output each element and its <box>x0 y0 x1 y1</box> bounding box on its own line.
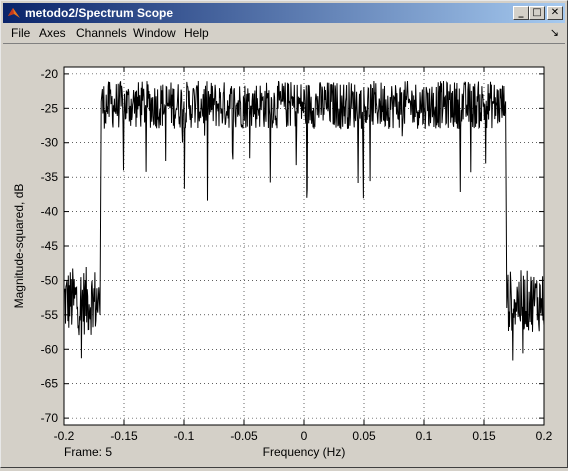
maximize-button[interactable]: □ <box>529 6 545 20</box>
y-tick-label: -60 <box>41 342 59 356</box>
minimize-button[interactable]: _ <box>513 6 529 20</box>
y-axis-label: Magnitude-squared, dB <box>12 184 26 309</box>
close-button[interactable]: ✕ <box>547 6 563 20</box>
x-tick-label: 0.1 <box>416 429 433 443</box>
window-title: metodo2/Spectrum Scope <box>25 6 174 20</box>
y-tick-label: -35 <box>41 170 59 184</box>
scope-window: metodo2/Spectrum Scope _ □ ✕ File Axes C… <box>0 0 568 468</box>
dock-arrow-icon[interactable]: ↘ <box>550 26 559 39</box>
x-tick-label: -0.1 <box>174 429 195 443</box>
title-bar[interactable]: metodo2/Spectrum Scope _ □ ✕ <box>3 3 565 23</box>
x-tick-labels: -0.2 -0.15 -0.1 -0.05 0 0.05 0.1 0.15 0.2 <box>54 429 553 443</box>
plot-area: -0.2 -0.15 -0.1 -0.05 0 0.05 0.1 0.15 0.2 -20 -25… <box>3 45 566 466</box>
y-tick-label: -40 <box>41 205 59 219</box>
menu-bar: File Axes Channels Window Help ↘ <box>3 24 565 44</box>
x-axis-label: Frequency (Hz) <box>263 445 346 459</box>
menu-channels[interactable]: Channels <box>74 26 129 40</box>
y-tick-label: -30 <box>41 136 59 150</box>
x-tick-label: 0.05 <box>352 429 376 443</box>
x-tick-label: 0.15 <box>472 429 496 443</box>
frame-counter: Frame: 5 <box>64 445 112 459</box>
spectrum-chart: -0.2 -0.15 -0.1 -0.05 0 0.05 0.1 0.15 0.2 -20 -25… <box>12 66 553 459</box>
menu-help[interactable]: Help <box>182 26 211 40</box>
y-tick-labels: -20 -25 -30 -35 -40 -45 -50 -55 -60 -65 -70 <box>41 67 59 425</box>
x-tick-label: -0.15 <box>110 429 138 443</box>
x-tick-label: 0 <box>301 429 308 443</box>
menu-window[interactable]: Window <box>131 26 178 40</box>
y-tick-label: -65 <box>41 377 59 391</box>
y-tick-label: -45 <box>41 239 59 253</box>
y-tick-label: -50 <box>41 273 59 287</box>
y-tick-label: -25 <box>41 101 59 115</box>
matlab-logo-icon <box>8 8 20 18</box>
y-tick-label: -55 <box>41 308 59 322</box>
y-tick-label: -70 <box>41 411 59 425</box>
x-tick-label: -0.2 <box>54 429 75 443</box>
x-tick-label: 0.2 <box>536 429 553 443</box>
x-tick-label: -0.05 <box>230 429 258 443</box>
menu-axes[interactable]: Axes <box>37 26 68 40</box>
y-tick-label: -20 <box>41 67 59 81</box>
menu-file[interactable]: File <box>9 26 32 40</box>
